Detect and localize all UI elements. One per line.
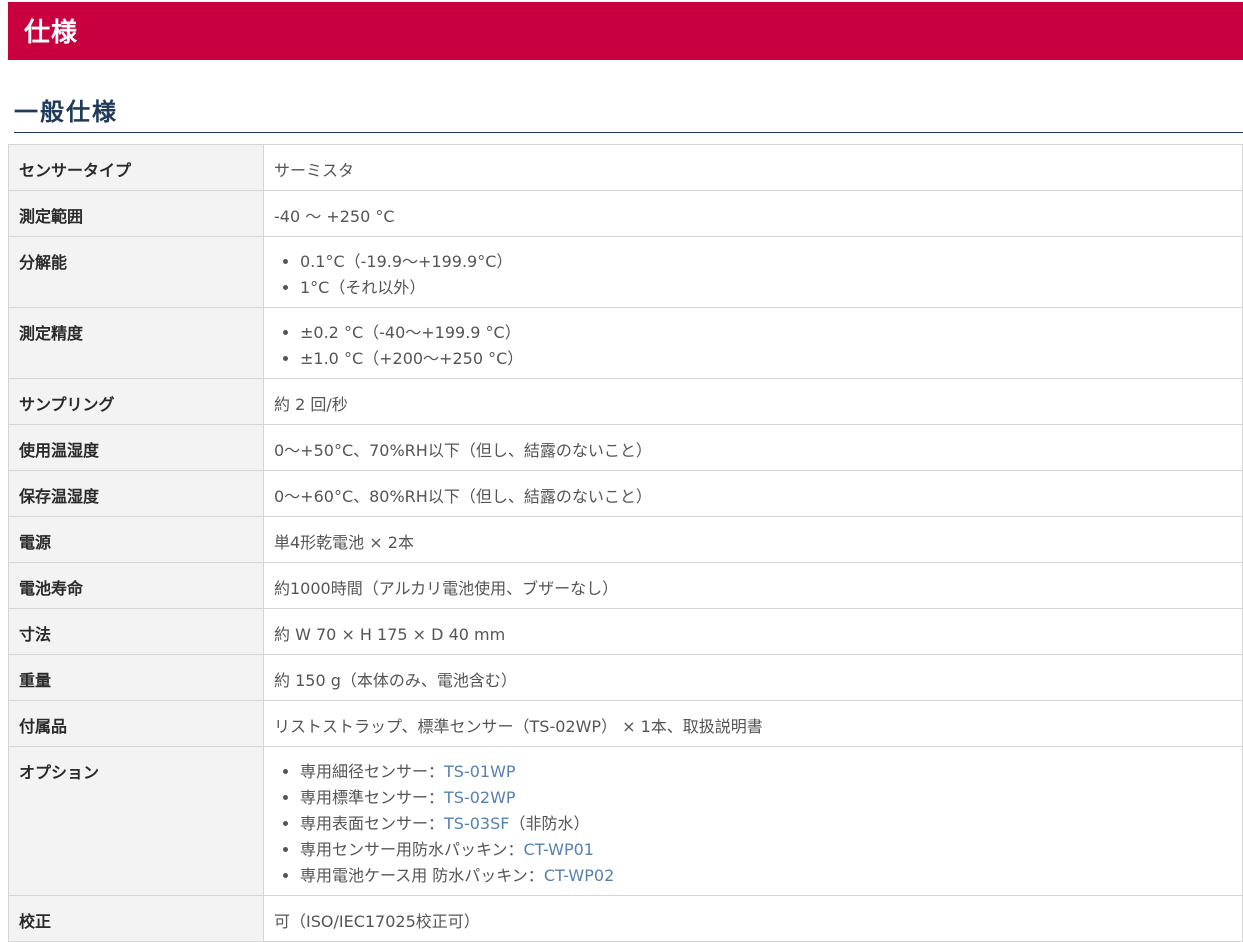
- spec-label: センサータイプ: [8, 144, 264, 191]
- spec-row-power: 電源 単4形乾電池 × 2本: [8, 516, 1243, 563]
- option-item: 専用表面センサー：TS-03SF（非防水）: [300, 811, 1232, 837]
- spec-value: ±0.2 °C（-40～+199.9 °C） ±1.0 °C（+200～+250…: [263, 307, 1243, 379]
- option-description: 専用細径センサー：: [300, 762, 445, 781]
- option-link-ct-wp02[interactable]: CT-WP02: [544, 866, 614, 885]
- spec-table: センサータイプ サーミスタ 測定範囲 -40 ～ +250 °C 分解能 0.1…: [8, 144, 1243, 942]
- resolution-list: 0.1°C（-19.9～+199.9°C） 1°C（それ以外）: [274, 249, 1232, 301]
- spec-value: 約 2 回/秒: [263, 378, 1243, 425]
- option-item: 専用センサー用防水パッキン：CT-WP01: [300, 837, 1232, 863]
- option-description: 専用センサー用防水パッキン：: [300, 840, 524, 859]
- option-note: （非防水）: [509, 814, 590, 833]
- spec-row-sensor-type: センサータイプ サーミスタ: [8, 144, 1243, 191]
- options-list: 専用細径センサー：TS-01WP 専用標準センサー：TS-02WP 専用表面セン…: [274, 759, 1232, 889]
- page-title: 仕様: [24, 18, 79, 48]
- option-link-ts-02wp[interactable]: TS-02WP: [444, 788, 516, 807]
- spec-value: サーミスタ: [263, 144, 1243, 191]
- spec-row-battery-life: 電池寿命 約1000時間（アルカリ電池使用、ブザーなし）: [8, 562, 1243, 609]
- spec-row-sampling: サンプリング 約 2 回/秒: [8, 378, 1243, 425]
- spec-label: 使用温湿度: [8, 424, 264, 471]
- accuracy-list: ±0.2 °C（-40～+199.9 °C） ±1.0 °C（+200～+250…: [274, 320, 1232, 372]
- option-item: 専用標準センサー：TS-02WP: [300, 785, 1232, 811]
- spec-value: 約 150 g（本体のみ、電池含む）: [263, 654, 1243, 701]
- spec-value: 単4形乾電池 × 2本: [263, 516, 1243, 563]
- spec-row-operating-conditions: 使用温湿度 0～+50°C、70%RH以下（但し、結露のないこと）: [8, 424, 1243, 471]
- spec-value: 約1000時間（アルカリ電池使用、ブザーなし）: [263, 562, 1243, 609]
- spec-row-resolution: 分解能 0.1°C（-19.9～+199.9°C） 1°C（それ以外）: [8, 236, 1243, 308]
- option-item: 専用細径センサー：TS-01WP: [300, 759, 1232, 785]
- option-item: 専用電池ケース用 防水パッキン：CT-WP02: [300, 863, 1232, 889]
- spec-row-dimensions: 寸法 約 W 70 × H 175 × D 40 mm: [8, 608, 1243, 655]
- spec-row-calibration: 校正 可（ISO/IEC17025校正可）: [8, 895, 1243, 942]
- spec-value: 可（ISO/IEC17025校正可）: [263, 895, 1243, 942]
- section-title: 一般仕様: [14, 98, 118, 126]
- spec-value: 0～+50°C、70%RH以下（但し、結露のないこと）: [263, 424, 1243, 471]
- spec-label: 校正: [8, 895, 264, 942]
- option-link-ct-wp01[interactable]: CT-WP01: [524, 840, 594, 859]
- spec-label: オプション: [8, 746, 264, 896]
- spec-label: 測定精度: [8, 307, 264, 379]
- spec-label: 分解能: [8, 236, 264, 308]
- option-description: 専用表面センサー：: [300, 814, 445, 833]
- spec-row-accessories: 付属品 リストストラップ、標準センサー（TS-02WP） × 1本、取扱説明書: [8, 700, 1243, 747]
- spec-label: 保存温湿度: [8, 470, 264, 517]
- list-item: 0.1°C（-19.9～+199.9°C）: [300, 249, 1232, 275]
- spec-label: 重量: [8, 654, 264, 701]
- list-item: 1°C（それ以外）: [300, 275, 1232, 301]
- spec-value: 0～+60°C、80%RH以下（但し、結露のないこと）: [263, 470, 1243, 517]
- spec-row-storage-conditions: 保存温湿度 0～+60°C、80%RH以下（但し、結露のないこと）: [8, 470, 1243, 517]
- spec-label: 電源: [8, 516, 264, 563]
- spec-value: 専用細径センサー：TS-01WP 専用標準センサー：TS-02WP 専用表面セン…: [263, 746, 1243, 896]
- spec-row-weight: 重量 約 150 g（本体のみ、電池含む）: [8, 654, 1243, 701]
- spec-label: 電池寿命: [8, 562, 264, 609]
- option-description: 専用標準センサー：: [300, 788, 445, 807]
- spec-value: -40 ～ +250 °C: [263, 190, 1243, 237]
- spec-label: サンプリング: [8, 378, 264, 425]
- spec-value: リストストラップ、標準センサー（TS-02WP） × 1本、取扱説明書: [263, 700, 1243, 747]
- list-item: ±0.2 °C（-40～+199.9 °C）: [300, 320, 1232, 346]
- section-header: 一般仕様: [14, 96, 1243, 133]
- spec-row-options: オプション 専用細径センサー：TS-01WP 専用標準センサー：TS-02WP …: [8, 746, 1243, 896]
- spec-value: 約 W 70 × H 175 × D 40 mm: [263, 608, 1243, 655]
- spec-row-accuracy: 測定精度 ±0.2 °C（-40～+199.9 °C） ±1.0 °C（+200…: [8, 307, 1243, 379]
- option-description: 専用電池ケース用 防水パッキン：: [300, 866, 544, 885]
- spec-label: 寸法: [8, 608, 264, 655]
- option-link-ts-03sf[interactable]: TS-03SF: [444, 814, 509, 833]
- spec-value: 0.1°C（-19.9～+199.9°C） 1°C（それ以外）: [263, 236, 1243, 308]
- list-item: ±1.0 °C（+200～+250 °C）: [300, 346, 1232, 372]
- spec-row-measuring-range: 測定範囲 -40 ～ +250 °C: [8, 190, 1243, 237]
- page-header-banner: 仕様: [8, 2, 1243, 60]
- option-link-ts-01wp[interactable]: TS-01WP: [444, 762, 516, 781]
- spec-label: 測定範囲: [8, 190, 264, 237]
- spec-label: 付属品: [8, 700, 264, 747]
